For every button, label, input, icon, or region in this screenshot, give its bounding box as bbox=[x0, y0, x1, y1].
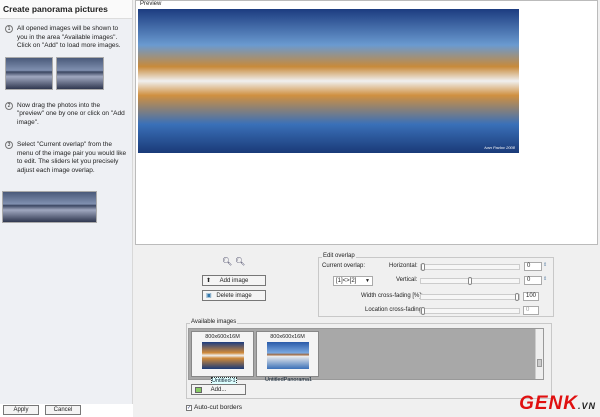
current-overlap-value: [1]<>[2] bbox=[336, 278, 357, 284]
step-text: Select "Current overlap" from the menu o… bbox=[17, 141, 127, 174]
available-images-list[interactable]: 800x600x16M Untitled-1 800x600x16M Untit… bbox=[188, 328, 544, 385]
location-crossfading-label: Location cross-fading: bbox=[365, 307, 424, 313]
step-number: 2 bbox=[5, 101, 13, 110]
edit-overlap-label: Edit overlap bbox=[322, 253, 356, 259]
image-size: 800x600x16M bbox=[205, 334, 240, 340]
apply-button[interactable]: Apply bbox=[3, 405, 39, 415]
width-crossfading-slider[interactable] bbox=[420, 293, 520, 301]
available-images-label: Available images bbox=[190, 319, 238, 325]
location-crossfading-input[interactable]: 0 bbox=[523, 306, 539, 315]
spinner-icon[interactable]: ⇕ bbox=[543, 276, 547, 282]
width-crossfading-input[interactable]: 100 bbox=[523, 292, 539, 301]
scrollbar-thumb[interactable] bbox=[537, 359, 542, 367]
scrollbar[interactable] bbox=[535, 329, 543, 379]
add-button[interactable]: Add... bbox=[191, 384, 246, 395]
step-number: 3 bbox=[5, 141, 13, 149]
current-overlap-label: Current overlap: bbox=[322, 263, 366, 269]
chevron-down-icon: ▼ bbox=[365, 278, 370, 284]
vertical-label: Vertical: bbox=[396, 277, 418, 283]
horizontal-slider[interactable] bbox=[420, 263, 520, 271]
delete-image-button[interactable]: ▣ Delete image bbox=[202, 290, 266, 301]
current-overlap-select[interactable]: [1]<>[2] ▼ bbox=[333, 276, 373, 286]
add-label: Add... bbox=[210, 386, 227, 393]
slider-knob[interactable] bbox=[421, 263, 425, 271]
width-crossfading-label: Width cross-fading [%]: bbox=[361, 293, 423, 299]
edit-overlap-group: Edit overlap Current overlap: [1]<>[2] ▼ … bbox=[318, 253, 554, 317]
step-text: All opened images will be shown to you i… bbox=[17, 25, 121, 49]
instructions-panel: Create panorama pictures 1 All opened ima… bbox=[0, 0, 133, 404]
image-card[interactable]: 800x600x16M bbox=[191, 331, 254, 377]
example-image bbox=[56, 56, 104, 90]
add-image-icon: ⬆ bbox=[206, 278, 212, 284]
vertical-slider[interactable] bbox=[420, 277, 520, 285]
horizontal-label: Horizontal: bbox=[389, 263, 418, 269]
panorama-preview-image[interactable]: Ivan Pavlov 2008 bbox=[138, 9, 519, 153]
add-image-button[interactable]: ⬆ Add image bbox=[202, 275, 266, 286]
example-thumbnails bbox=[5, 56, 127, 90]
cancel-button[interactable]: Cancel bbox=[45, 405, 81, 415]
image-thumbnail bbox=[201, 342, 244, 369]
image-name[interactable]: UntitledPanorama1 bbox=[265, 377, 312, 383]
step-1: 1 All opened images will be shown to you … bbox=[0, 25, 132, 51]
slider-knob[interactable] bbox=[421, 307, 425, 315]
add-image-label: Add image bbox=[219, 277, 249, 284]
genk-logo: GENK.VN bbox=[519, 393, 596, 414]
slider-knob[interactable] bbox=[515, 293, 519, 301]
zoom-out-icon[interactable]: 🔍︎ bbox=[235, 257, 245, 266]
preview-label: Preview bbox=[139, 1, 163, 7]
zoom-in-icon[interactable]: 🔍︎ bbox=[222, 257, 232, 266]
step-text: Now drag the photos into the "preview" o… bbox=[17, 101, 125, 126]
image-size: 800x600x16M bbox=[270, 334, 305, 340]
checkbox-checked-icon[interactable]: ✓ bbox=[186, 404, 192, 411]
autocut-checkbox[interactable]: ✓ Auto-cut borders bbox=[186, 404, 242, 411]
horizontal-input[interactable]: 0 bbox=[524, 262, 542, 271]
image-icon bbox=[195, 386, 202, 393]
slider-knob[interactable] bbox=[468, 277, 472, 285]
step-number: 1 bbox=[5, 25, 13, 33]
autocut-label: Auto-cut borders bbox=[194, 404, 243, 411]
trash-icon: ▣ bbox=[206, 293, 212, 299]
preview-area[interactable]: Preview Ivan Pavlov 2008 bbox=[135, 0, 598, 245]
example-panorama bbox=[2, 191, 97, 223]
delete-image-label: Delete image bbox=[216, 292, 252, 299]
location-crossfading-slider[interactable] bbox=[420, 307, 520, 315]
image-card[interactable]: 800x600x16M bbox=[256, 331, 319, 377]
panel-title: Create panorama pictures bbox=[0, 0, 132, 19]
spinner-icon[interactable]: ⇕ bbox=[543, 262, 547, 268]
image-thumbnail bbox=[266, 342, 309, 369]
step-2: 2 Now drag the photos into the "preview" … bbox=[0, 101, 132, 128]
step-3: 3 Select "Current overlap" from the menu … bbox=[0, 141, 132, 175]
image-watermark: Ivan Pavlov 2008 bbox=[484, 145, 515, 150]
vertical-input[interactable]: 0 bbox=[524, 276, 542, 285]
example-image bbox=[5, 56, 53, 90]
